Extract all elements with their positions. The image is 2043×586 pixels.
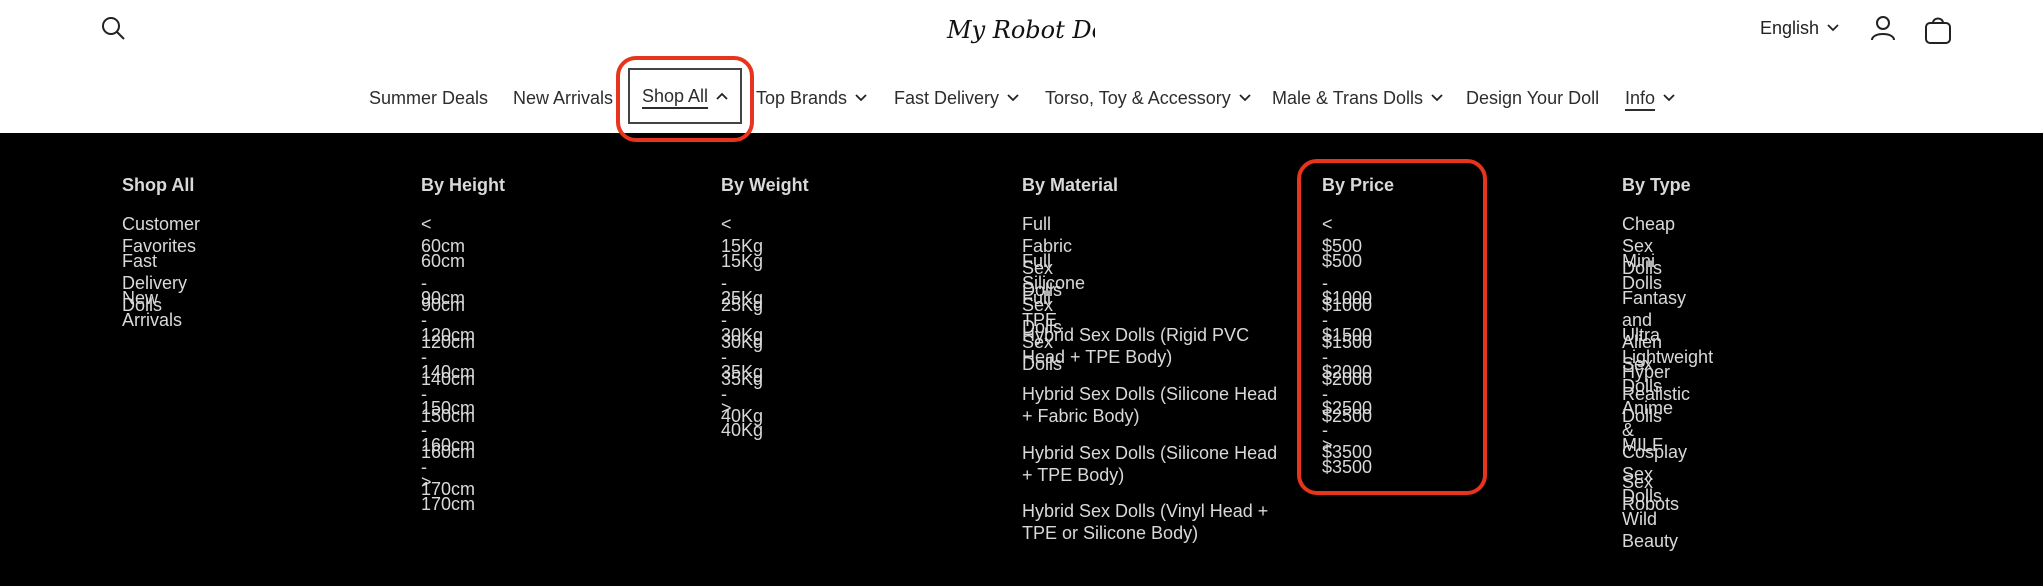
search-button[interactable] [95, 10, 131, 46]
main-navigation: Summer Deals New Arrivals Shop All Top B… [0, 68, 2043, 124]
nav-item-label: Male & Trans Dolls [1272, 87, 1424, 108]
menu-link[interactable]: Hybrid Sex Dolls (Silicone Head + TPE Bo… [1022, 442, 1287, 486]
chevron-down-icon [1663, 94, 1675, 102]
chevron-down-icon [1239, 94, 1251, 102]
cart-icon [1925, 17, 1951, 44]
menu-link[interactable]: Hybrid Sex Dolls (Vinyl Head + TPE or Si… [1022, 500, 1287, 544]
nav-item-design-your-doll[interactable]: Design Your Doll [1466, 78, 1599, 118]
menu-link[interactable]: > 40Kg [721, 397, 763, 441]
menu-link[interactable]: Wild Beauty [1622, 508, 1678, 552]
nav-item-label: Shop All [642, 85, 709, 106]
menu-column-title: Shop All [122, 175, 195, 195]
nav-item-info[interactable]: Info [1625, 78, 1675, 118]
nav-item-label: Design Your Doll [1466, 87, 1600, 108]
site-logo[interactable]: My Robot Doll [945, 9, 1121, 49]
menu-column-title: By Price [1322, 175, 1395, 195]
language-selector[interactable]: English [1760, 12, 1839, 44]
menu-link[interactable]: > 170cm [421, 471, 475, 515]
nav-item-label: New Arrivals [513, 87, 614, 108]
chevron-up-icon [716, 92, 728, 100]
nav-item-summer-deals[interactable]: Summer Deals [369, 78, 488, 118]
menu-column-title: By Height [421, 175, 506, 195]
logo-wordmark: My Robot Doll [946, 16, 1095, 44]
nav-item-shop-all[interactable]: Shop All [628, 68, 743, 124]
menu-link[interactable]: New Arrivals [122, 287, 182, 331]
user-icon [1871, 16, 1895, 41]
language-label: English [1760, 17, 1820, 38]
chevron-down-icon [1007, 94, 1019, 102]
nav-item-label: Info [1625, 87, 1656, 108]
account-button[interactable] [1865, 10, 1901, 46]
menu-link[interactable]: Hybrid Sex Dolls (Silicone Head + Fabric… [1022, 383, 1287, 427]
nav-item-label: Fast Delivery [894, 87, 1000, 108]
menu-column-title: By Weight [721, 175, 809, 195]
menu-link[interactable]: MILF [1622, 434, 1663, 456]
nav-item-top-brands[interactable]: Top Brands [756, 78, 867, 118]
menu-link[interactable]: Hybrid Sex Dolls (Rigid PVC Head + TPE B… [1022, 324, 1287, 368]
cart-button[interactable] [1918, 10, 1958, 50]
search-icon [102, 17, 125, 40]
menu-column-title: By Type [1622, 175, 1691, 195]
nav-item-fast-delivery[interactable]: Fast Delivery [894, 78, 1019, 118]
nav-item-torso-toy-accessory[interactable]: Torso, Toy & Accessory [1045, 78, 1251, 118]
nav-item-label: Top Brands [756, 87, 848, 108]
menu-link[interactable]: > $3500 [1322, 434, 1372, 478]
menu-column-title: By Material [1022, 175, 1119, 195]
chevron-down-icon [1431, 94, 1443, 102]
nav-item-male-trans-dolls[interactable]: Male & Trans Dolls [1272, 78, 1443, 118]
nav-item-new-arrivals[interactable]: New Arrivals [513, 78, 613, 118]
chevron-down-icon [855, 94, 867, 102]
nav-item-label: Summer Deals [369, 87, 489, 108]
chevron-down-icon [1827, 24, 1839, 32]
nav-item-label: Torso, Toy & Accessory [1045, 87, 1231, 108]
mega-menu: Shop All Customer Favorites Fast Deliver… [0, 133, 2043, 586]
site-header: My Robot Doll English Summer Deals New A… [0, 0, 2043, 133]
